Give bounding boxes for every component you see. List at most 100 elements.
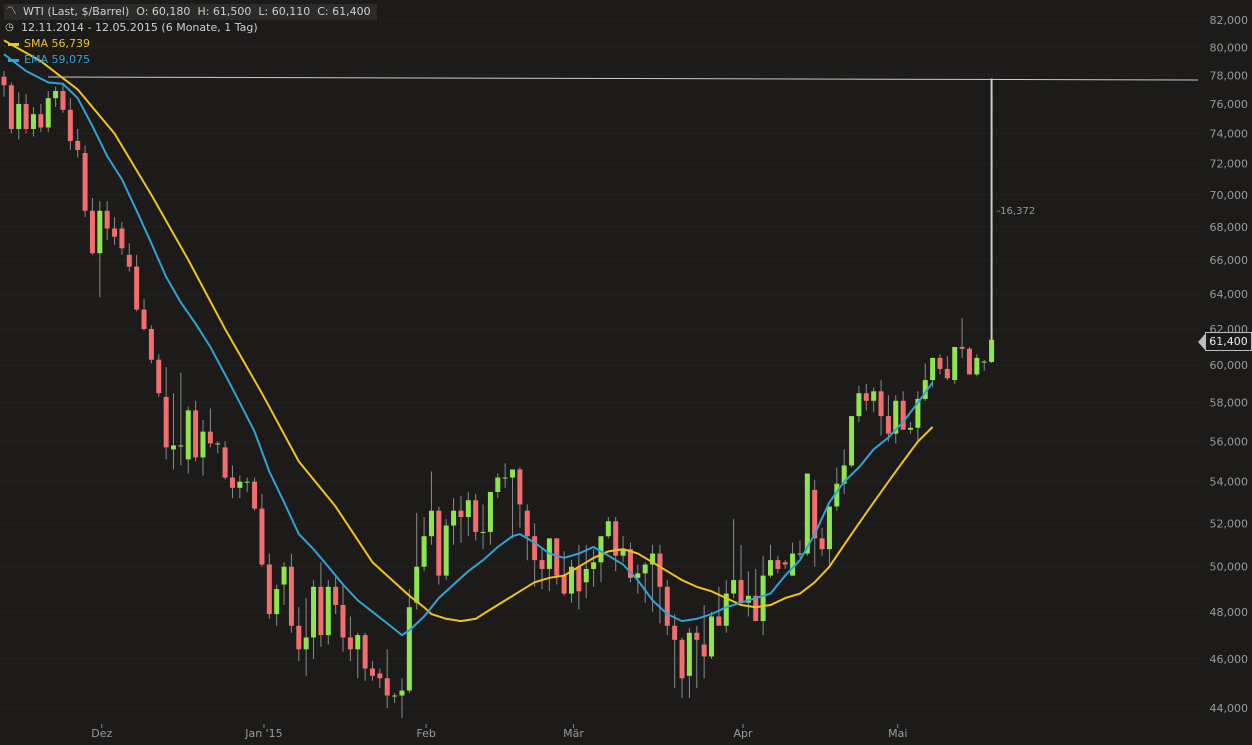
drawdown-measure: -16,372 [47,76,1199,340]
candle-down [701,644,707,657]
drawdown-label: -16,372 [997,206,1036,217]
candle-up [281,566,287,585]
candle-down [377,673,383,679]
candle-up [451,510,457,526]
candle-up [443,525,449,576]
candle-up [53,90,59,99]
candle-up [97,210,103,254]
candle-up [642,564,648,574]
y-tick-label: 46,000 [1210,653,1249,666]
candle-up [244,481,250,483]
candle-up [465,500,471,518]
candle-down [1,76,7,86]
candle-down [229,477,235,488]
candle-down [679,639,685,679]
candle-down [885,416,891,434]
candle-down [134,266,140,310]
legend-ema-label[interactable]: EMA [24,52,48,68]
candle-up [790,553,796,576]
y-tick-label: 80,000 [1210,41,1249,54]
y-tick-label: 70,000 [1210,189,1249,202]
candle-up [989,339,995,362]
grid-lines [0,19,1200,709]
y-tick-label: 78,000 [1210,69,1249,82]
candle-down [863,393,869,401]
legend-open: O: 60,180 [136,5,191,18]
candle-down [716,616,722,626]
candle-up [274,589,280,615]
clock-icon[interactable]: ◷ [4,20,15,36]
x-tick-label: Feb [416,727,435,740]
candle-up [45,98,51,128]
candle-down [819,538,825,550]
candle-down [458,510,464,518]
candle-up [856,393,862,417]
candle-down [782,562,788,565]
candle-down [38,114,44,128]
candle-up [502,477,508,479]
y-tick-label: 60,000 [1210,359,1249,372]
candle-up [709,616,715,657]
current-price-marker: 61,400 [1198,332,1252,351]
legend-sma-label[interactable]: SMA [24,36,48,52]
y-tick-label: 82,000 [1210,14,1249,27]
legend-instrument: WTI (Last, $/Barrel) [23,5,130,18]
candle-down [207,431,213,444]
candle-down [340,604,346,638]
candle-down [900,400,906,430]
candle-up [303,637,309,650]
candle-down [333,586,339,605]
candle-down [944,368,950,379]
candle-up [495,477,501,492]
candle-down [104,210,110,229]
candle-up [487,491,493,532]
y-tick-label: 48,000 [1210,606,1249,619]
candle-up [826,506,832,550]
candle-up [414,566,420,603]
candle-up [767,560,773,576]
candle-up [930,357,936,381]
y-tick-label: 76,000 [1210,98,1249,111]
x-tick-label: Dez [91,727,112,740]
ema-line [3,53,934,637]
candle-down [532,536,538,561]
candle-down [60,90,66,110]
candle-down [775,560,781,569]
candle-up [981,361,987,363]
candle-down [664,586,670,626]
candle-up [171,445,177,450]
candle-down [163,396,169,448]
candle-down [959,346,965,349]
candle-up [392,695,398,697]
candle-up [731,580,737,594]
x-tick-label: Apr [733,727,753,740]
candle-down [561,575,567,594]
candle-up [215,443,221,445]
candle-down [672,625,678,640]
candle-down [318,586,324,636]
candle-up [804,473,810,554]
candle-down [694,632,700,640]
candle-down [524,510,530,537]
legend-ema-value: 59,075 [51,53,90,66]
candle-up [952,346,958,381]
legend-close: C: 61,400 [317,5,371,18]
price-chart[interactable]: 82,000 80,000 78,000 76,000 74,000 72,000 70,0… [0,0,1252,745]
candle-down [362,635,368,669]
legend-sma-value: 56,739 [51,37,91,50]
y-axis: 82,000 80,000 78,000 76,000 74,000 72,000 70,0… [1210,14,1249,715]
candle-down [75,140,81,151]
chart-type-icon[interactable]: 〽 [6,4,17,20]
candle-up [510,469,516,478]
candle-up [30,114,36,129]
candle-down [141,309,147,329]
candle-down [8,85,14,129]
candle-down [878,391,884,417]
candle-down [222,447,228,478]
candle-down [347,637,353,650]
y-tick-label: 58,000 [1210,397,1249,410]
reference-line [47,76,1199,81]
candle-up [871,391,877,401]
legend-high: H: 61,500 [197,5,252,18]
y-tick-label: 72,000 [1210,158,1249,171]
